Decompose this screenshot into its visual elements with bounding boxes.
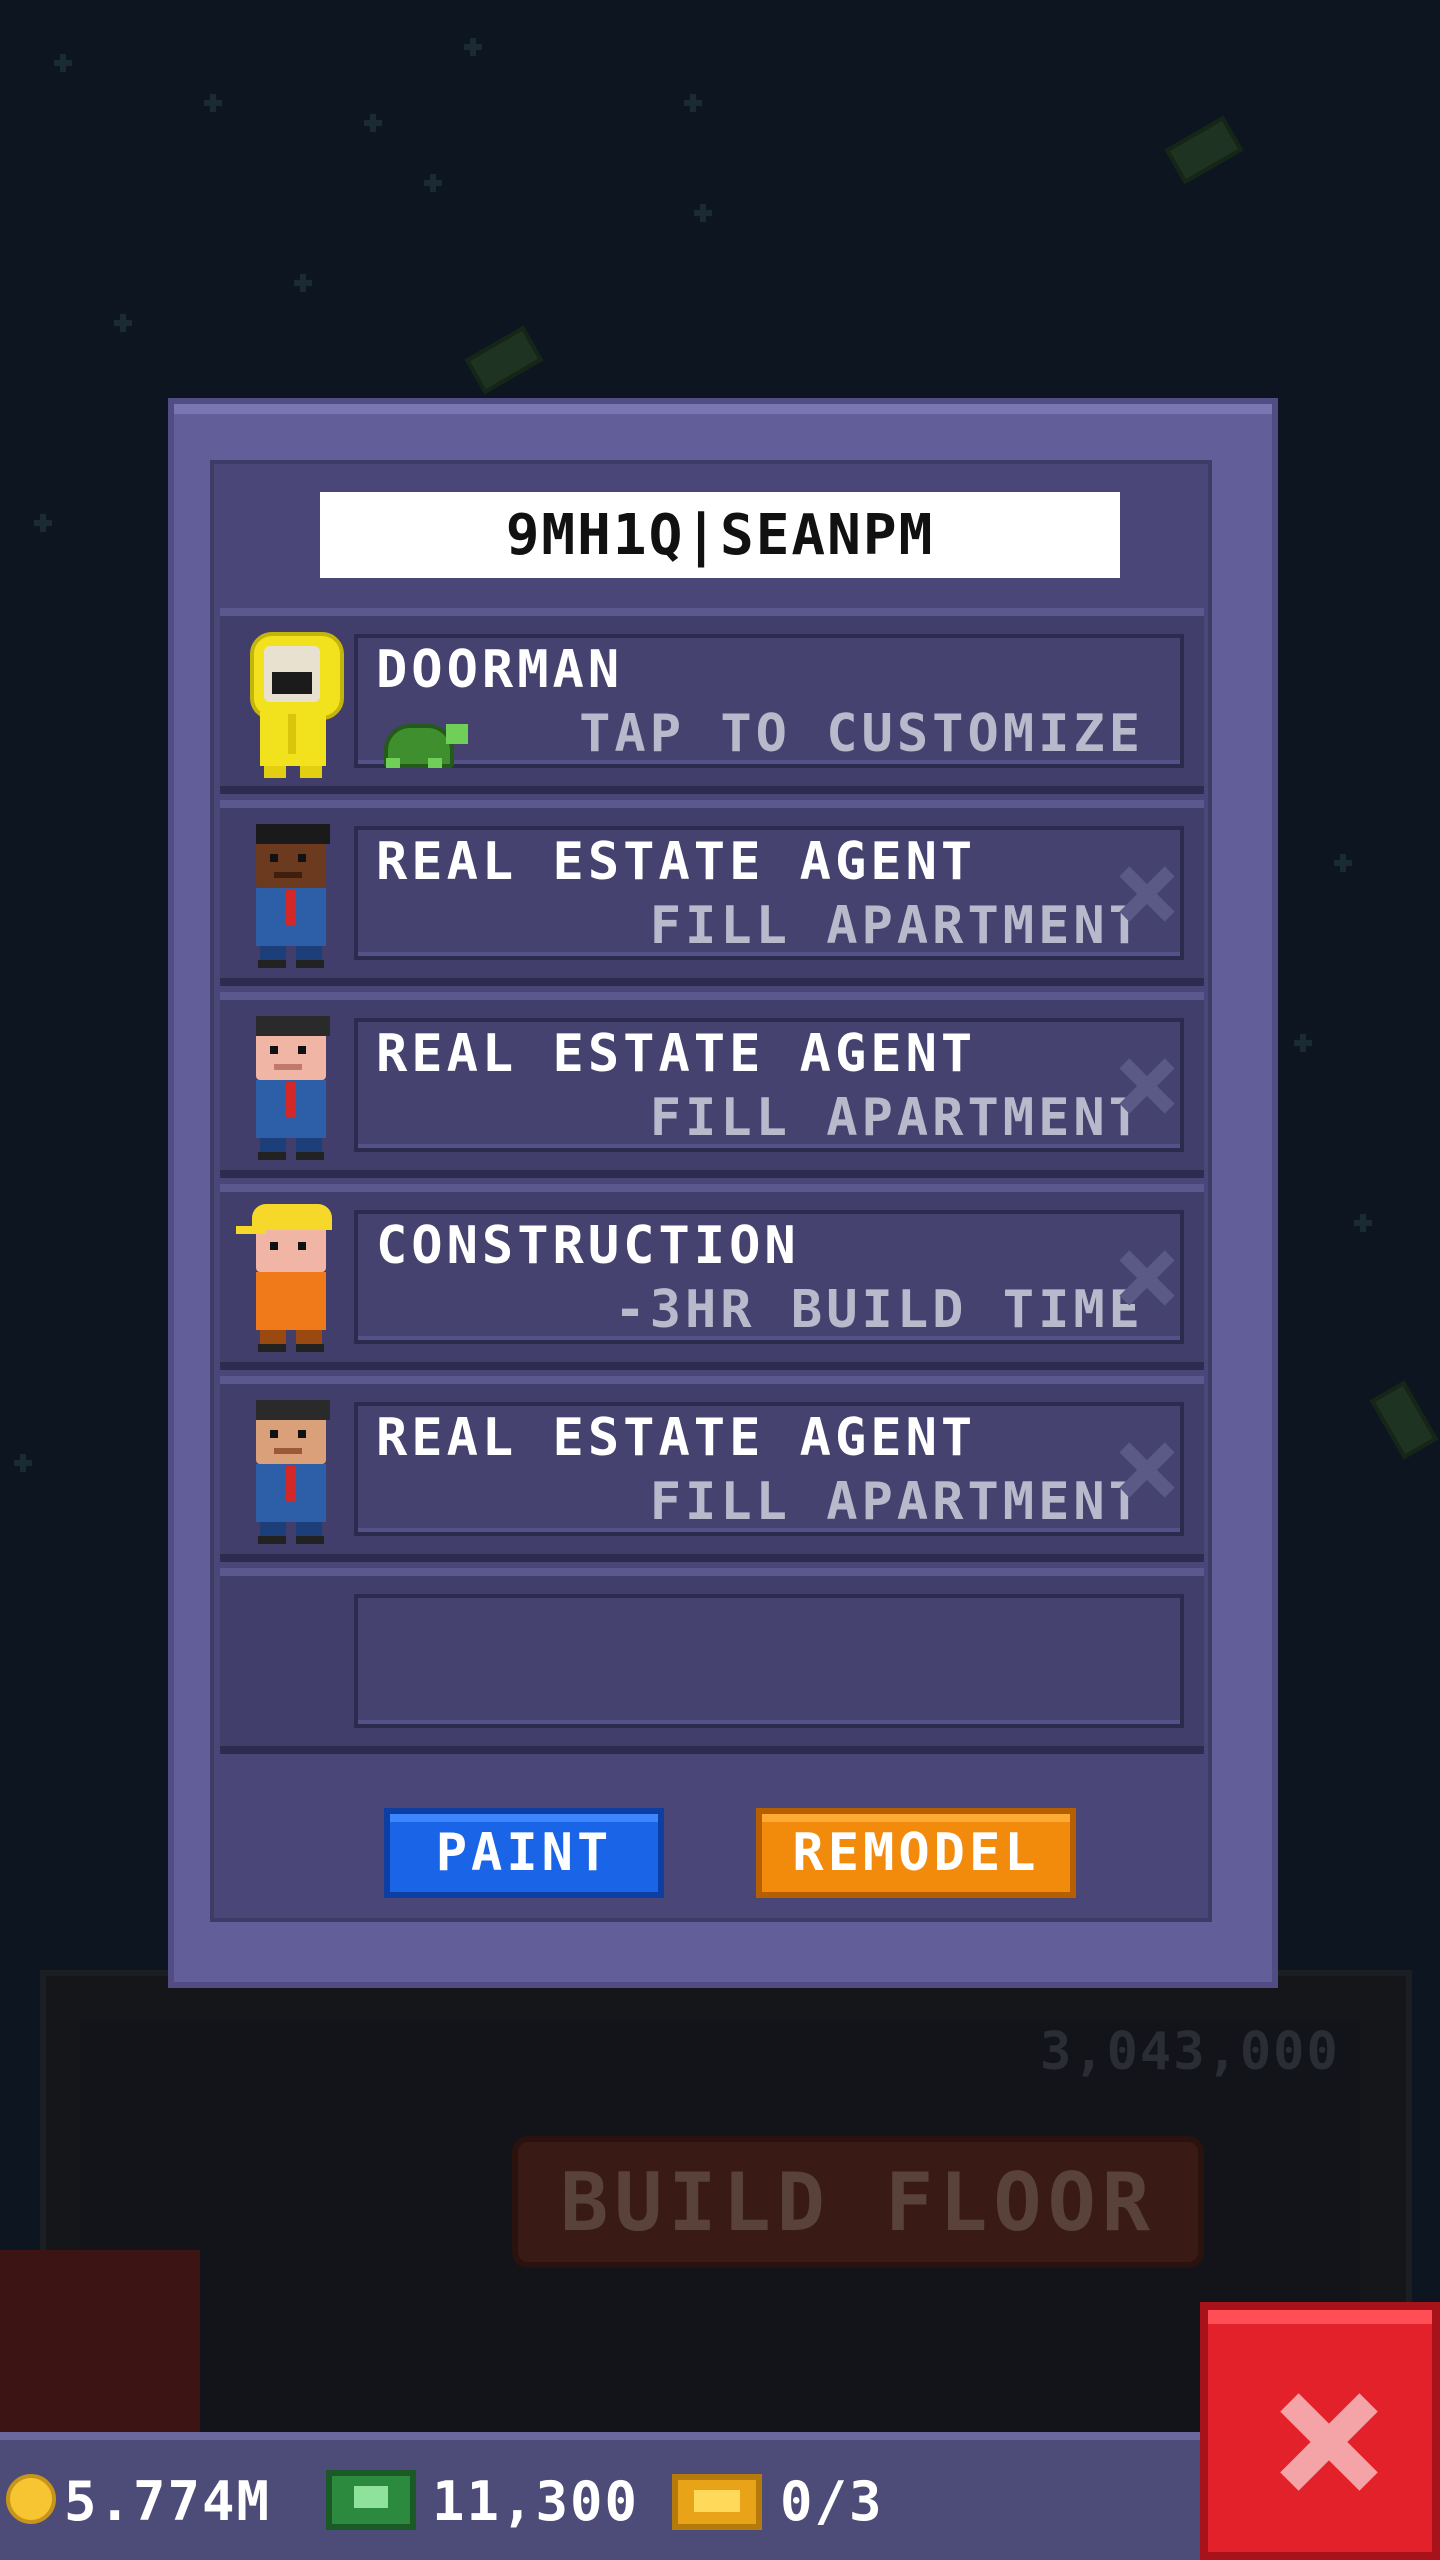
avatar — [234, 628, 344, 778]
row-title: REAL ESTATE AGENT — [376, 1024, 977, 1084]
star — [294, 274, 312, 292]
remove-icon[interactable] — [1118, 1250, 1174, 1306]
star — [364, 114, 382, 132]
star — [14, 1454, 32, 1472]
remodel-button[interactable]: REMODEL — [756, 1808, 1076, 1898]
bill — [464, 325, 544, 395]
close-icon — [1282, 2396, 1374, 2488]
bux-icon — [326, 2470, 416, 2530]
list-item[interactable]: CONSTRUCTION -3HR BUILD TIME — [220, 1184, 1204, 1370]
build-floor-price: 3,043,000 — [1040, 2022, 1340, 2082]
avatar — [234, 820, 344, 970]
avatar — [234, 1204, 344, 1354]
row-title: CONSTRUCTION — [376, 1216, 800, 1276]
star — [1294, 1034, 1312, 1052]
coins-value: 5.774M — [64, 2470, 272, 2533]
avatar — [234, 1012, 344, 1162]
coin-icon — [6, 2474, 56, 2524]
bill — [1164, 115, 1244, 185]
row-title: REAL ESTATE AGENT — [376, 1408, 977, 1468]
elevator-panel — [0, 2250, 200, 2450]
row-title: DOORMAN — [376, 640, 624, 700]
list-item[interactable]: REAL ESTATE AGENT FILL APARTMENT — [220, 800, 1204, 986]
star — [1354, 1214, 1372, 1232]
star — [424, 174, 442, 192]
star — [464, 38, 482, 56]
slot — [354, 1594, 1184, 1728]
remove-icon[interactable] — [1118, 866, 1174, 922]
list-item[interactable]: DOORMAN TAP TO CUSTOMIZE — [220, 608, 1204, 794]
row-subtitle: FILL APARTMENT — [649, 896, 1144, 956]
turtle-icon — [372, 716, 468, 768]
row-subtitle: TAP TO CUSTOMIZE — [579, 704, 1144, 764]
floor-name-input[interactable]: 9MH1Q|SEANPM — [320, 492, 1120, 578]
remove-icon[interactable] — [1118, 1442, 1174, 1498]
bill — [1369, 1380, 1439, 1460]
build-floor-button: BUILD FLOOR — [512, 2136, 1204, 2268]
close-button[interactable] — [1200, 2302, 1440, 2560]
star — [54, 54, 72, 72]
list-item[interactable]: REAL ESTATE AGENT FILL APARTMENT — [220, 1376, 1204, 1562]
tickets-value: 0/3 — [780, 2470, 884, 2533]
bux-value: 11,300 — [432, 2470, 640, 2533]
star — [684, 94, 702, 112]
star — [204, 94, 222, 112]
list-item[interactable]: REAL ESTATE AGENT FILL APARTMENT — [220, 992, 1204, 1178]
row-subtitle: -3HR BUILD TIME — [614, 1280, 1144, 1340]
star — [114, 314, 132, 332]
remove-icon[interactable] — [1118, 1058, 1174, 1114]
ticket-icon — [672, 2474, 762, 2530]
star — [1334, 854, 1352, 872]
paint-button[interactable]: PAINT — [384, 1808, 664, 1898]
star — [34, 514, 52, 532]
star — [694, 204, 712, 222]
row-subtitle: FILL APARTMENT — [649, 1088, 1144, 1148]
row-subtitle: FILL APARTMENT — [649, 1472, 1144, 1532]
list-item-empty[interactable] — [220, 1568, 1204, 1754]
avatar — [234, 1396, 344, 1546]
row-title: REAL ESTATE AGENT — [376, 832, 977, 892]
